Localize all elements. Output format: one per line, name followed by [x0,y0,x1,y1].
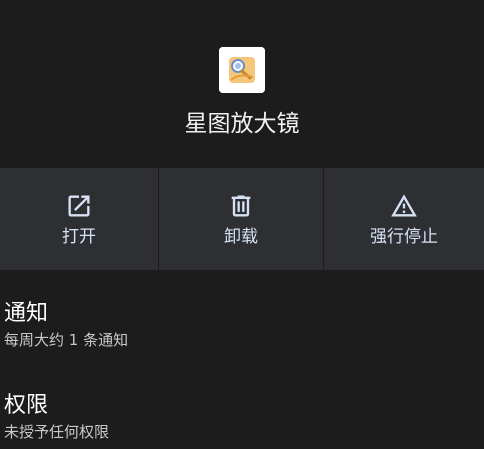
notifications-summary: 每周大约 1 条通知 [4,331,129,349]
uninstall-button[interactable]: 卸载 [158,168,323,270]
action-bar: 打开 卸载 强行停止 [0,168,484,270]
permissions-summary: 未授予任何权限 [4,423,110,441]
permissions-title: 权限 [4,393,49,418]
force-stop-button-label: 强行停止 [370,227,438,247]
open-button-label: 打开 [62,227,96,247]
warning-icon [390,192,418,220]
notifications-setting[interactable]: 通知 每周大约 1 条通知 [4,300,474,351]
notifications-title: 通知 [4,301,49,326]
open-external-icon [65,192,93,220]
trash-icon [227,192,255,220]
permissions-setting[interactable]: 权限 未授予任何权限 [4,392,474,443]
force-stop-button[interactable]: 强行停止 [323,168,484,270]
open-button[interactable]: 打开 [0,168,158,270]
app-name: 星图放大镜 [184,111,300,137]
uninstall-button-label: 卸载 [224,227,258,247]
app-header: 星图放大镜 [0,0,484,168]
magnifier-app-icon [219,47,265,93]
